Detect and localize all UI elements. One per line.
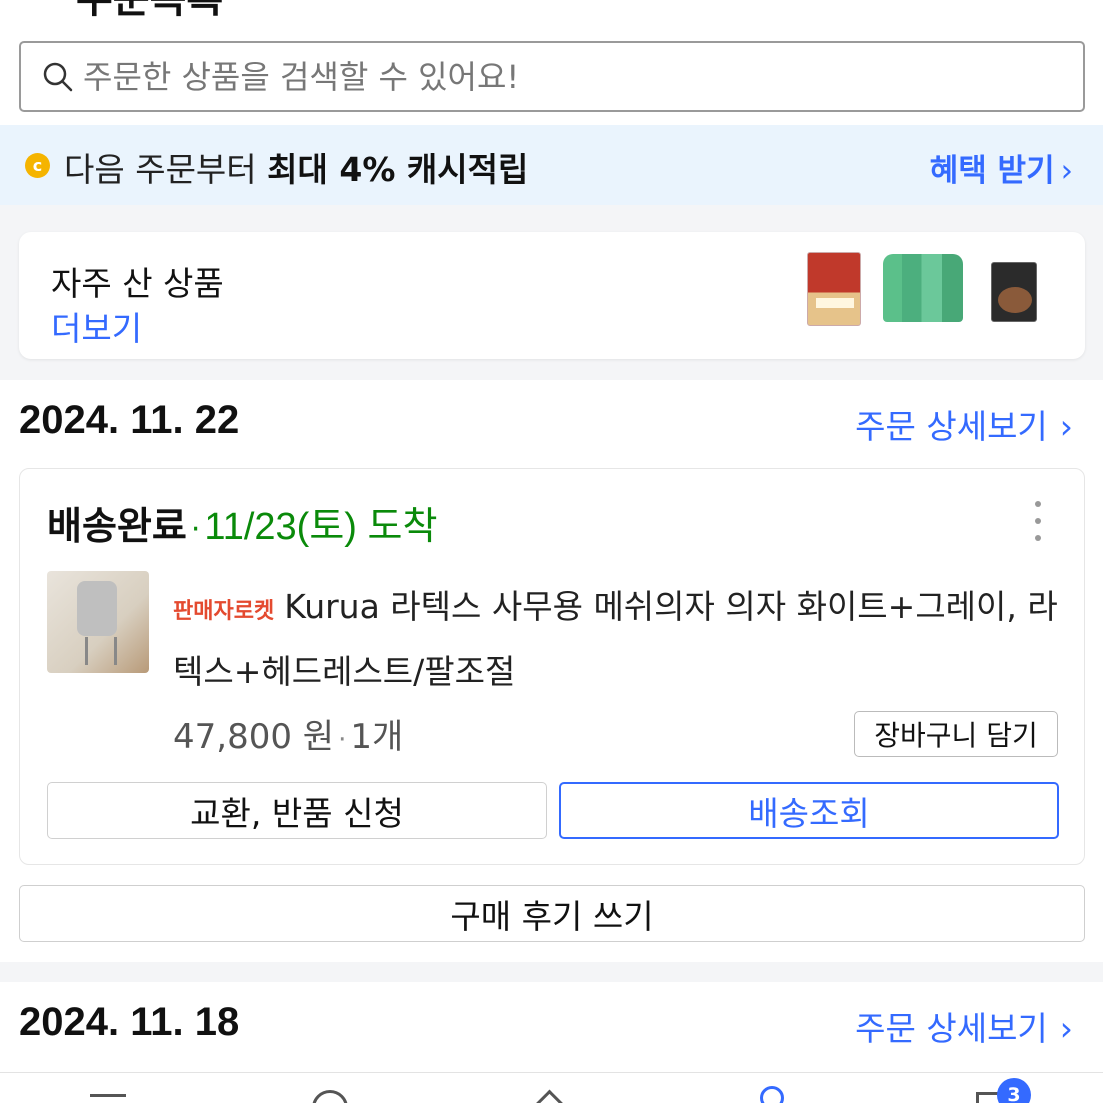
order-detail-label: 주문 상세보기 <box>855 407 1048 446</box>
track-delivery-button[interactable]: 배송조회 <box>559 782 1059 839</box>
frequent-products-label: 자주 산 상품 <box>51 264 224 303</box>
get-benefit-label: 혜택 받기 <box>929 153 1055 189</box>
cashback-promo-banner[interactable]: c 다음 주문부터 최대 4% 캐시적립 혜택 받기 › <box>0 125 1103 205</box>
order-list-page: ‹ 주문목록 c 다음 주문부터 최대 4% 캐시적립 혜택 받기› 자주 산 … <box>0 0 1103 1103</box>
chevron-right-icon: › <box>1059 407 1073 446</box>
chevron-left-icon[interactable]: ‹ <box>30 0 44 10</box>
page-header: ‹ 주문목록 <box>0 0 1103 22</box>
my-page-icon[interactable] <box>752 1086 792 1103</box>
order-detail-link[interactable]: 주문 상세보기 › <box>855 1002 1073 1050</box>
order-date: 2024. 11. 22 <box>19 398 240 442</box>
frequent-product-thumbnail[interactable] <box>883 254 963 322</box>
separator-dot: · <box>190 512 201 547</box>
frequent-product-thumbnail[interactable] <box>807 252 861 326</box>
search-bar[interactable] <box>19 41 1085 112</box>
see-more-link[interactable]: 더보기 <box>51 302 142 350</box>
product-title: Kurua 라텍스 사무용 메쉬의자 의자 화이트+그레이, 라텍스+헤드레스트… <box>173 587 1058 691</box>
delivery-status: 배송완료 · 11/23(토) 도착 <box>47 495 437 550</box>
seller-rocket-badge: 판매자로켓 <box>173 599 275 624</box>
exchange-return-button[interactable]: 교환, 반품 신청 <box>47 782 547 839</box>
write-review-button[interactable]: 구매 후기 쓰기 <box>19 885 1085 942</box>
frequent-products-card[interactable]: 자주 산 상품 더보기 <box>19 232 1085 359</box>
home-icon[interactable] <box>530 1088 570 1103</box>
frequent-product-thumbnail[interactable] <box>991 262 1037 322</box>
promo-text-prefix: 다음 주문부터 <box>64 150 257 189</box>
price-value: 47,800 원 <box>173 717 335 757</box>
search-input[interactable] <box>83 57 1033 96</box>
order-detail-link[interactable]: 주문 상세보기 › <box>855 400 1073 448</box>
product-name[interactable]: 판매자로켓 Kurua 라텍스 사무용 메쉬의자 의자 화이트+그레이, 라텍스+… <box>173 577 1063 702</box>
product-image[interactable] <box>47 571 149 673</box>
arrival-date: 11/23(토) 도착 <box>204 506 438 548</box>
separator-dot: · <box>338 725 347 755</box>
order-date: 2024. 11. 18 <box>19 1000 240 1044</box>
quantity: 1개 <box>350 717 404 757</box>
status-label: 배송완료 <box>47 504 187 548</box>
promo-text-highlight: 최대 4% 캐시적립 <box>267 150 529 189</box>
order-card: 배송완료 · 11/23(토) 도착 판매자로켓 Kurua 라텍스 사무용 메쉬의자… <box>19 468 1085 865</box>
order-detail-label: 주문 상세보기 <box>855 1009 1048 1048</box>
promo-text: 다음 주문부터 최대 4% 캐시적립 <box>64 143 528 191</box>
search-nav-icon[interactable] <box>308 1088 348 1103</box>
chevron-right-icon: › <box>1060 153 1073 189</box>
more-options-icon[interactable] <box>1032 501 1044 541</box>
product-price: 47,800 원 · 1개 <box>173 709 403 758</box>
get-benefit-link[interactable]: 혜택 받기 › <box>930 145 1073 190</box>
coin-icon: c <box>25 153 50 178</box>
page-title: 주문목록 <box>76 0 223 24</box>
menu-icon[interactable] <box>90 1090 130 1103</box>
search-icon <box>43 62 73 91</box>
add-to-cart-button[interactable]: 장바구니 담기 <box>854 711 1058 757</box>
chevron-right-icon: › <box>1059 1009 1073 1048</box>
section-divider <box>0 962 1103 982</box>
